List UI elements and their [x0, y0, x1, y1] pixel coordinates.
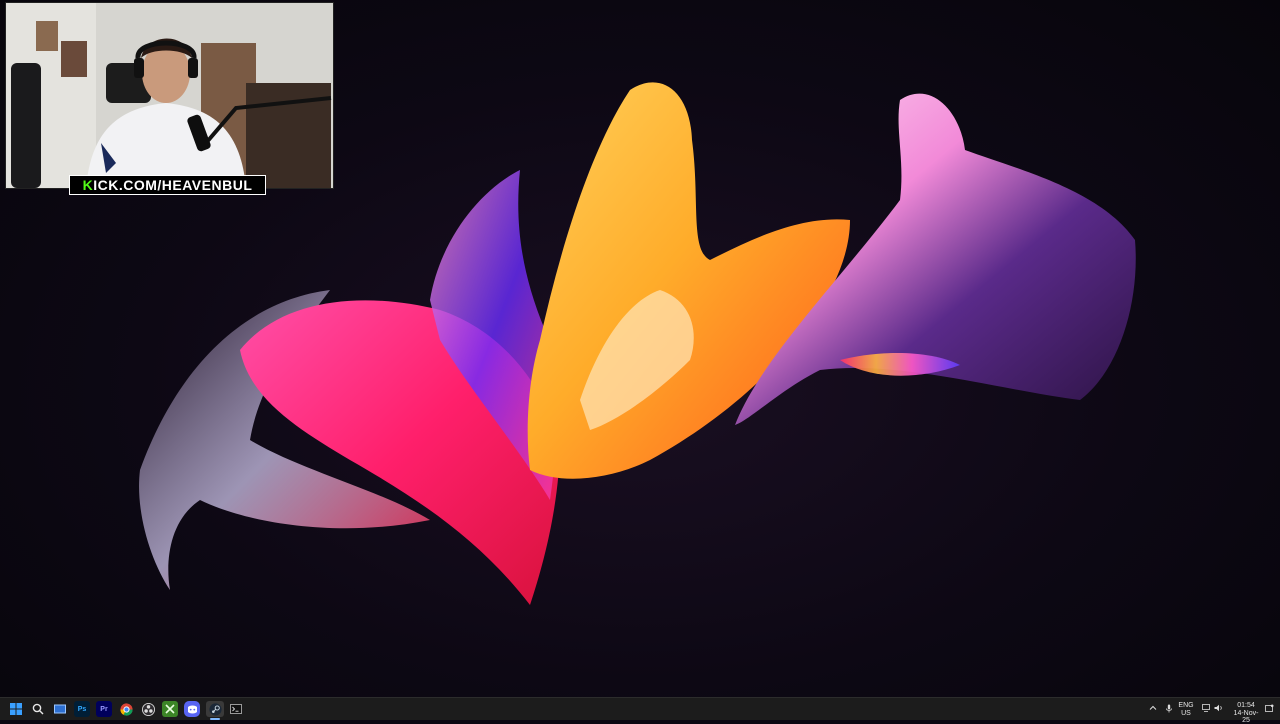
- desktop-wallpaper: KICK.COM/HEAVENBUL: [0, 0, 1280, 697]
- webcam-overlay: [5, 2, 334, 189]
- taskbar: Ps Pr ENG US 01:54 14-Nov-25: [0, 697, 1280, 724]
- chrome-icon[interactable]: [118, 701, 134, 717]
- steam-icon[interactable]: [206, 701, 224, 720]
- orange-fold-shape: [527, 82, 850, 479]
- kick-banner-prefix: K: [82, 177, 94, 193]
- volume-icon[interactable]: [1214, 704, 1224, 714]
- kick-banner-text: ICK.COM/HEAVENBUL: [93, 177, 253, 193]
- language-indicator[interactable]: ENG US: [1178, 702, 1194, 717]
- search-icon[interactable]: [30, 701, 46, 717]
- kick-channel-banner: KICK.COM/HEAVENBUL: [69, 175, 266, 195]
- streamer-video-feed: [6, 3, 333, 188]
- network-icon[interactable]: [1202, 704, 1212, 714]
- photoshop-icon[interactable]: Ps: [74, 701, 90, 717]
- xbox-icon[interactable]: [162, 701, 178, 717]
- obs-icon[interactable]: [140, 701, 156, 717]
- notifications-icon[interactable]: [1264, 704, 1274, 715]
- start-icon[interactable]: [8, 701, 24, 717]
- system-tray: ENG US 01:54 14-Nov-25: [1140, 698, 1280, 724]
- task-view-icon[interactable]: [52, 701, 68, 717]
- language-code: ENG: [1178, 702, 1194, 709]
- premiere-icon[interactable]: Pr: [96, 701, 112, 717]
- clock-date: 14-Nov-25: [1233, 710, 1259, 724]
- discord-icon[interactable]: [184, 701, 200, 717]
- terminal-icon[interactable]: [228, 701, 244, 717]
- clock[interactable]: 01:54 14-Nov-25: [1232, 702, 1260, 724]
- chevron-up-icon[interactable]: [1148, 704, 1158, 714]
- language-region: US: [1181, 710, 1191, 717]
- clock-time: 01:54: [1237, 702, 1255, 709]
- microphone-icon[interactable]: [1164, 704, 1174, 715]
